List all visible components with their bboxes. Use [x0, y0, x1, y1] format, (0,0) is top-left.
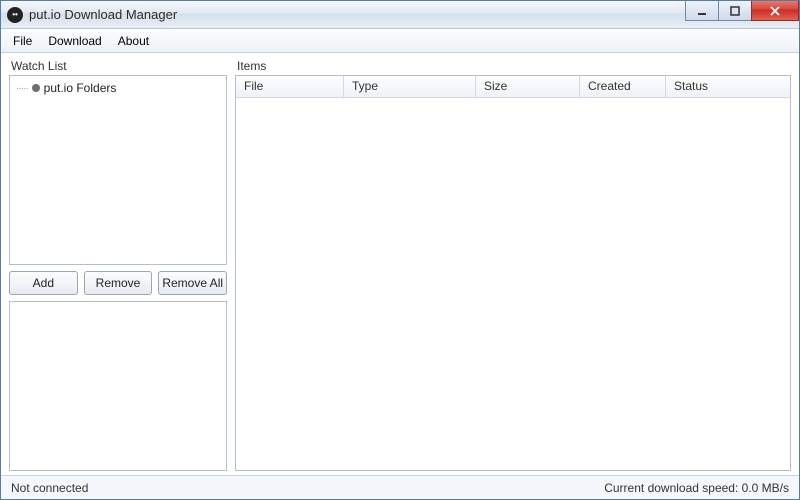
maximize-icon — [730, 6, 740, 16]
column-header-created[interactable]: Created — [580, 76, 666, 97]
app-window: •• put.io Download Manager File Download… — [0, 0, 800, 500]
column-header-status[interactable]: Status — [666, 76, 790, 97]
tree-connector-icon: ····· — [16, 83, 28, 94]
folder-bullet-icon — [32, 84, 40, 92]
connection-status: Not connected — [11, 481, 88, 495]
close-icon — [769, 6, 781, 16]
column-header-file[interactable]: File — [236, 76, 344, 97]
maximize-button[interactable] — [718, 1, 752, 21]
tree-item-root[interactable]: ····· put.io Folders — [12, 80, 224, 96]
window-controls — [686, 1, 799, 28]
items-body[interactable] — [236, 98, 790, 470]
minimize-button[interactable] — [685, 1, 719, 21]
menu-file[interactable]: File — [5, 31, 40, 51]
column-header-type[interactable]: Type — [344, 76, 476, 97]
menu-about[interactable]: About — [110, 31, 157, 51]
items-column-headers: File Type Size Created Status — [236, 76, 790, 98]
status-bar: Not connected Current download speed: 0.… — [1, 475, 799, 499]
watchlist-tree[interactable]: ····· put.io Folders — [9, 75, 227, 265]
app-icon: •• — [7, 7, 23, 23]
menu-bar: File Download About — [1, 29, 799, 53]
tree-item-label: put.io Folders — [44, 81, 117, 95]
remove-all-button[interactable]: Remove All — [158, 271, 227, 295]
watchlist-label: Watch List — [9, 59, 227, 73]
download-speed-status: Current download speed: 0.0 MB/s — [604, 481, 789, 495]
remove-button[interactable]: Remove — [84, 271, 153, 295]
watchlist-detail-panel — [9, 301, 227, 471]
close-button[interactable] — [751, 1, 799, 21]
add-button[interactable]: Add — [9, 271, 78, 295]
items-list: File Type Size Created Status — [235, 75, 791, 471]
minimize-icon — [697, 6, 707, 16]
content-area: Watch List ····· put.io Folders Add Remo… — [1, 53, 799, 475]
column-header-size[interactable]: Size — [476, 76, 580, 97]
window-title: put.io Download Manager — [29, 7, 177, 22]
menu-download[interactable]: Download — [40, 31, 109, 51]
left-column: Watch List ····· put.io Folders Add Remo… — [9, 59, 227, 471]
right-column: Items File Type Size Created Status — [235, 59, 791, 471]
title-bar: •• put.io Download Manager — [1, 1, 799, 29]
watchlist-buttons: Add Remove Remove All — [9, 271, 227, 295]
items-label: Items — [235, 59, 791, 73]
